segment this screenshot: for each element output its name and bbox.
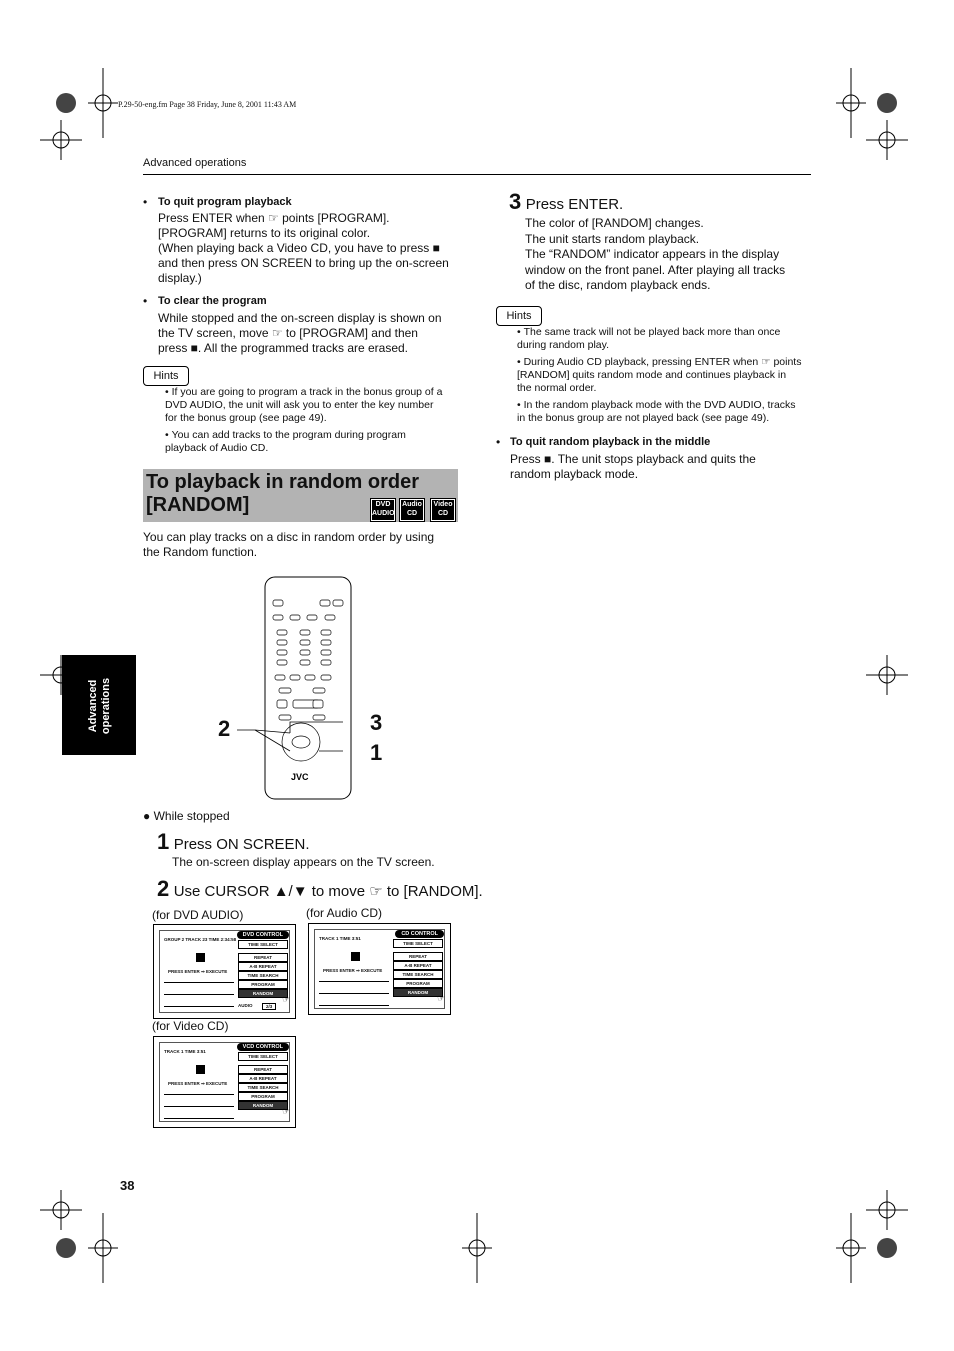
video-cd-badge: Video CD — [430, 498, 456, 522]
quit-random-heading: To quit random playback in the middle — [510, 436, 711, 448]
caption-cd: (for Audio CD) — [306, 906, 383, 920]
jvc-logo: JVC — [291, 772, 309, 782]
track-row — [164, 982, 234, 983]
dvd-control-screen: DVD CONTROL GROUP 2 TRACK 23 TIME 2:34:58… — [153, 924, 296, 1019]
track-row — [319, 1005, 389, 1006]
audio-cd-badge: Audio CD — [399, 498, 425, 522]
track-row — [164, 1094, 234, 1095]
menu-item-time-select[interactable]: TIME SELECT — [238, 1052, 288, 1061]
menu-item-time-search[interactable]: TIME SEARCH — [393, 970, 443, 979]
crosshair-icon — [836, 1213, 866, 1283]
callout-1: 1 — [370, 740, 383, 765]
callout-3: 3 — [370, 710, 383, 735]
crosshair-icon — [40, 120, 82, 160]
crosshair-icon — [40, 1190, 82, 1230]
menu-item-repeat[interactable]: REPEAT — [393, 952, 443, 961]
dvd-audio-badge: DVD AUDIO — [370, 498, 396, 522]
menu-item-repeat[interactable]: REPEAT — [238, 1065, 288, 1074]
header-rule — [143, 174, 811, 175]
track-row — [319, 993, 389, 994]
hints-icon: Hints — [496, 306, 542, 326]
file-info: P.29-50-eng.fm Page 38 Friday, June 8, 2… — [118, 100, 297, 109]
pointer-icon: ☞ — [282, 1106, 291, 1116]
cd-control-screen: CD CONTROL TRACK 1 TIME 3:51 PRESS ENTER ⇒… — [308, 923, 451, 1015]
crosshair-icon — [462, 1213, 492, 1283]
step-1: 1 Press ON SCREEN. — [157, 829, 310, 854]
track-row — [164, 1106, 234, 1107]
step-1-desc: The on-screen display appears on the TV … — [172, 855, 435, 869]
page-number: 38 — [120, 1178, 135, 1193]
menu-item-a-b-repeat[interactable]: A-B REPEAT — [393, 961, 443, 970]
hints-icon: Hints — [143, 366, 189, 386]
menu-item-a-b-repeat[interactable]: A-B REPEAT — [238, 1074, 288, 1083]
track-row — [319, 981, 389, 982]
remote-control-illustration: JVC — [237, 576, 352, 800]
audio-label: AUDIO — [238, 1003, 253, 1008]
clear-program-heading: To clear the program — [158, 295, 267, 307]
menu-item-random[interactable]: RANDOM — [238, 1101, 288, 1110]
quit-random-text: Press ■. The unit stops playback and qui… — [510, 452, 756, 481]
step-2: 2 Use CURSOR ▲/▼ to move ☞ to [RANDOM]. — [157, 876, 483, 901]
menu-item-program[interactable]: PROGRAM — [238, 1092, 288, 1101]
track-row — [164, 1118, 234, 1119]
crosshair-icon — [866, 1190, 908, 1230]
crosshair-icon — [866, 120, 908, 160]
manual-page: P.29-50-eng.fm Page 38 Friday, June 8, 2… — [0, 0, 954, 1351]
step-3-desc: The color of [RANDOM] changes. The unit s… — [525, 216, 786, 293]
quit-program-text: Press ENTER when ☞ points [PROGRAM]. [PRO… — [158, 211, 449, 285]
press-enter-label: PRESS ENTER ⇒ EXECUTE — [323, 968, 383, 973]
screen-title: DVD CONTROL — [236, 931, 289, 939]
screen-info: TRACK 1 TIME 3:51 — [319, 936, 361, 941]
menu-item-time-select[interactable]: TIME SELECT — [238, 940, 288, 949]
side-tab: Advanced operations — [62, 655, 136, 755]
menu-item-repeat[interactable]: REPEAT — [238, 953, 288, 962]
press-enter-label: PRESS ENTER ⇒ EXECUTE — [168, 1081, 228, 1086]
screen-title: CD CONTROL — [395, 930, 444, 938]
crosshair-icon — [88, 68, 118, 138]
stop-icon — [196, 953, 205, 962]
menu-item-random[interactable]: RANDOM — [393, 988, 443, 997]
step-3: 3 Press ENTER. — [509, 189, 624, 214]
audio-value: 2/3 — [262, 1003, 277, 1010]
menu-item-a-b-repeat[interactable]: A-B REPEAT — [238, 962, 288, 971]
clear-program-text: While stopped and the on-screen display … — [158, 311, 442, 355]
hints-list: • The same track will not be played back… — [517, 326, 802, 424]
track-row — [164, 1006, 234, 1007]
menu-item-program[interactable]: PROGRAM — [238, 980, 288, 989]
menu-item-program[interactable]: PROGRAM — [393, 979, 443, 988]
intro-text: You can play tracks on a disc in random … — [143, 530, 435, 559]
menu-item-time-search[interactable]: TIME SEARCH — [238, 1083, 288, 1092]
caption-vcd: (for Video CD) — [152, 1019, 229, 1033]
section-title-box: To playback in random order [RANDOM] DVD A… — [143, 469, 458, 522]
screen-info: TRACK 1 TIME 3:51 — [164, 1049, 206, 1054]
color-target-icon — [56, 93, 76, 113]
quit-program-heading: To quit program playback — [158, 196, 292, 208]
stop-icon — [196, 1065, 205, 1074]
side-tab-line: Advanced — [87, 679, 99, 733]
running-header: Advanced operations — [143, 157, 247, 169]
crosshair-icon — [836, 68, 866, 138]
pointer-icon: ☞ — [282, 994, 291, 1004]
caption-dvd: (for DVD AUDIO) — [152, 908, 244, 922]
callout-2: 2 — [218, 716, 231, 741]
stop-icon — [351, 952, 360, 961]
hints-list: • If you are going to program a track in… — [165, 386, 443, 454]
color-target-icon — [877, 93, 897, 113]
screen-info: GROUP 2 TRACK 23 TIME 2:34:58 — [164, 937, 237, 942]
menu-item-random[interactable]: RANDOM — [238, 989, 288, 998]
screen-title: VCD CONTROL — [236, 1043, 289, 1051]
while-stopped: ● While stopped — [143, 809, 230, 823]
press-enter-label: PRESS ENTER ⇒ EXECUTE — [168, 969, 228, 974]
color-target-icon — [56, 1238, 76, 1258]
vcd-control-screen: VCD CONTROL TRACK 1 TIME 3:51 PRESS ENTER … — [153, 1036, 296, 1128]
crosshair-icon — [866, 655, 908, 695]
crosshair-icon — [88, 1213, 118, 1283]
menu-item-time-search[interactable]: TIME SEARCH — [238, 971, 288, 980]
color-target-icon — [877, 1238, 897, 1258]
menu-item-time-select[interactable]: TIME SELECT — [393, 939, 443, 948]
side-tab-line: operations — [100, 677, 112, 735]
side-tab-label: Advanced operations — [87, 656, 113, 756]
pointer-icon: ☞ — [437, 993, 446, 1003]
track-row — [164, 994, 234, 995]
